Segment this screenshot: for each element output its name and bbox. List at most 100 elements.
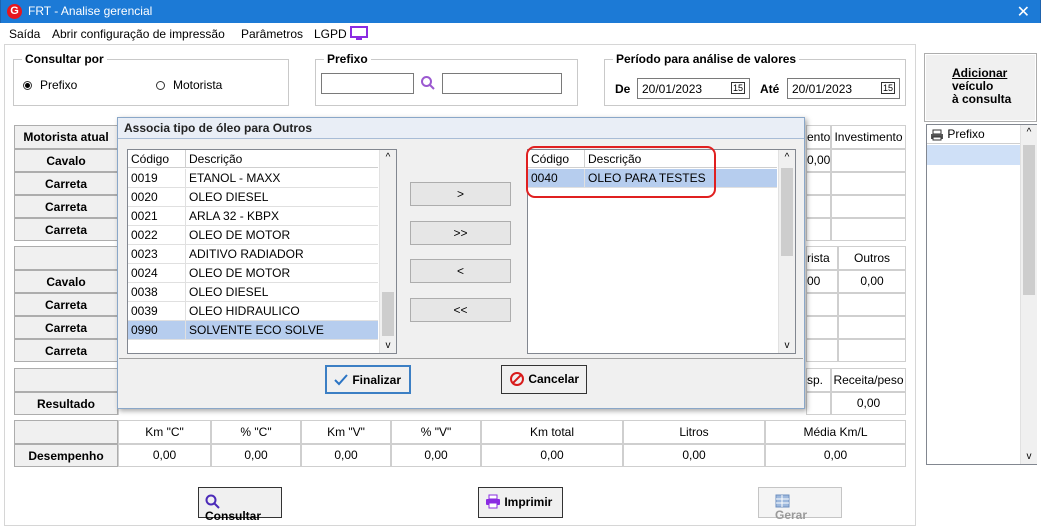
grid-cell bbox=[831, 195, 906, 218]
grid-cell bbox=[838, 316, 906, 339]
scrollbar-thumb[interactable] bbox=[1023, 145, 1035, 295]
search-icon bbox=[205, 494, 220, 509]
list-item[interactable] bbox=[927, 145, 1020, 165]
date-from-field[interactable]: 20/01/2023 15 bbox=[637, 78, 750, 99]
grid-cell bbox=[831, 172, 906, 195]
radio-prefixo-label[interactable]: Prefixo bbox=[40, 78, 77, 92]
scroll-up-icon[interactable]: ^ bbox=[779, 152, 795, 163]
prefixo-input[interactable] bbox=[321, 73, 414, 94]
list-item[interactable]: 0023 ADITIVO RADIADOR bbox=[128, 245, 378, 264]
associated-list-scrollbar[interactable]: ^ v bbox=[778, 150, 795, 353]
list-item[interactable]: 0019 ETANOL - MAXX bbox=[128, 169, 378, 188]
vehicle-list[interactable]: Prefixo ^ v bbox=[926, 124, 1037, 465]
list-item[interactable]: 0020 OLEO DIESEL bbox=[128, 188, 378, 207]
desempenho-header-blank bbox=[14, 420, 118, 444]
resultado-button[interactable]: Resultado bbox=[14, 392, 118, 415]
consultar-por-group: Consultar por Prefixo Motorista bbox=[13, 52, 289, 106]
imprimir-label: Imprimir bbox=[504, 495, 553, 509]
list-item[interactable]: 0024 OLEO DE MOTOR bbox=[128, 264, 378, 283]
grid-header-cell: Outros bbox=[838, 246, 906, 270]
vehicle-list-header-label: Prefixo bbox=[947, 127, 985, 141]
carreta-button[interactable]: Carreta bbox=[14, 339, 118, 362]
cancelar-label: Cancelar bbox=[528, 372, 580, 386]
desempenho-value-cell: 0,00 bbox=[623, 444, 765, 467]
radio-motorista[interactable] bbox=[156, 81, 165, 90]
carreta-button[interactable]: Carreta bbox=[14, 316, 118, 339]
desempenho-button[interactable]: Desempenho bbox=[14, 444, 118, 467]
grid-cell bbox=[838, 293, 906, 316]
grid-cell: 00 bbox=[806, 270, 838, 293]
list-item[interactable]: 0021 ARLA 32 - KBPX bbox=[128, 207, 378, 226]
menu-parametros[interactable]: Parâmetros bbox=[241, 27, 303, 41]
finalizar-button[interactable]: Finalizar bbox=[325, 365, 411, 394]
grid-cell bbox=[831, 218, 906, 241]
scroll-down-icon[interactable]: v bbox=[380, 340, 396, 351]
gerar-button[interactable]: Gerar bbox=[758, 487, 842, 522]
prefixo-label: Prefixo bbox=[324, 52, 371, 66]
motorista-atual-header: Motorista atual bbox=[14, 125, 118, 149]
resultado-row-remainder bbox=[118, 409, 806, 415]
desempenho-value-cell: 0,00 bbox=[765, 444, 906, 467]
cancelar-button[interactable]: Cancelar bbox=[501, 365, 587, 394]
desempenho-header-cell: Km total bbox=[481, 420, 623, 444]
scroll-down-icon[interactable]: v bbox=[779, 340, 795, 351]
scroll-up-icon[interactable]: ^ bbox=[380, 152, 396, 163]
prefixo-desc-input[interactable] bbox=[442, 73, 562, 94]
desempenho-value-cell: 0,00 bbox=[481, 444, 623, 467]
block3-header bbox=[14, 368, 118, 392]
menu-saida[interactable]: Saída bbox=[9, 27, 40, 41]
vehicle-list-scrollbar[interactable]: ^ v bbox=[1020, 125, 1037, 464]
desempenho-header-cell: Km "V" bbox=[301, 420, 391, 444]
list-item[interactable]: 0022 OLEO DE MOTOR bbox=[128, 226, 378, 245]
desempenho-value-cell: 0,00 bbox=[118, 444, 211, 467]
desempenho-header-cell: % "C" bbox=[211, 420, 301, 444]
move-all-left-button[interactable]: << bbox=[410, 298, 511, 322]
calendar-icon[interactable]: 15 bbox=[730, 82, 745, 94]
periodo-label: Período para análise de valores bbox=[613, 52, 800, 66]
list-item[interactable]: 0039 OLEO HIDRAULICO bbox=[128, 302, 378, 321]
grid-cell bbox=[806, 339, 838, 362]
printer-icon bbox=[486, 494, 500, 509]
highlight-annotation bbox=[526, 146, 716, 198]
close-icon[interactable]: ✕ bbox=[1017, 2, 1030, 22]
grid-cell: 0,00 bbox=[806, 149, 831, 172]
list-item[interactable]: 0038 OLEO DIESEL bbox=[128, 283, 378, 302]
grid-cell: 0,00 bbox=[838, 270, 906, 293]
grid-cell bbox=[838, 339, 906, 362]
cavalo-button[interactable]: Cavalo bbox=[14, 270, 118, 293]
gerar-label: Gerar bbox=[775, 508, 808, 522]
carreta-button[interactable]: Carreta bbox=[14, 293, 118, 316]
list-item-selected[interactable]: 0990 SOLVENTE ECO SOLVE bbox=[128, 321, 378, 340]
available-list-scrollbar[interactable]: ^ v bbox=[379, 150, 396, 353]
ate-label: Até bbox=[760, 82, 780, 96]
radio-prefixo[interactable] bbox=[23, 81, 32, 90]
consultar-button[interactable]: Consultar bbox=[198, 487, 282, 523]
move-all-right-button[interactable]: >> bbox=[410, 221, 511, 245]
menu-abrir-config[interactable]: Abrir configuração de impressão bbox=[52, 27, 225, 41]
desempenho-value-cell: 0,00 bbox=[211, 444, 301, 467]
grid-header-cell: Receita/peso bbox=[831, 368, 906, 392]
monitor-icon[interactable] bbox=[350, 26, 368, 40]
search-icon[interactable] bbox=[420, 75, 436, 91]
carreta-button[interactable]: Carreta bbox=[14, 218, 118, 241]
move-right-button[interactable]: > bbox=[410, 182, 511, 206]
carreta-button[interactable]: Carreta bbox=[14, 172, 118, 195]
move-left-button[interactable]: < bbox=[410, 259, 511, 283]
calendar-icon[interactable]: 15 bbox=[880, 82, 895, 94]
available-oil-list[interactable]: Código Descrição 0019 ETANOL - MAXX 0020 O… bbox=[127, 149, 397, 354]
add-vehicle-button[interactable]: Adicionar veículo à consulta bbox=[924, 53, 1037, 122]
window-title: FRT - Analise gerencial bbox=[28, 4, 153, 18]
carreta-button[interactable]: Carreta bbox=[14, 195, 118, 218]
menu-lgpd[interactable]: LGPD bbox=[314, 27, 347, 41]
desempenho-header-cell: Km "C" bbox=[118, 420, 211, 444]
radio-motorista-label[interactable]: Motorista bbox=[173, 78, 222, 92]
scrollbar-thumb[interactable] bbox=[781, 168, 793, 256]
desempenho-header-cell: Litros bbox=[623, 420, 765, 444]
associa-oleo-dialog: Associa tipo de óleo para Outros Código … bbox=[117, 117, 805, 409]
add-vehicle-label-3: à consulta bbox=[952, 92, 1012, 106]
cavalo-button[interactable]: Cavalo bbox=[14, 149, 118, 172]
date-to-field[interactable]: 20/01/2023 15 bbox=[787, 78, 900, 99]
scrollbar-thumb[interactable] bbox=[382, 292, 394, 336]
imprimir-button[interactable]: Imprimir bbox=[478, 487, 563, 518]
vehicle-list-header: Prefixo bbox=[927, 125, 1020, 144]
